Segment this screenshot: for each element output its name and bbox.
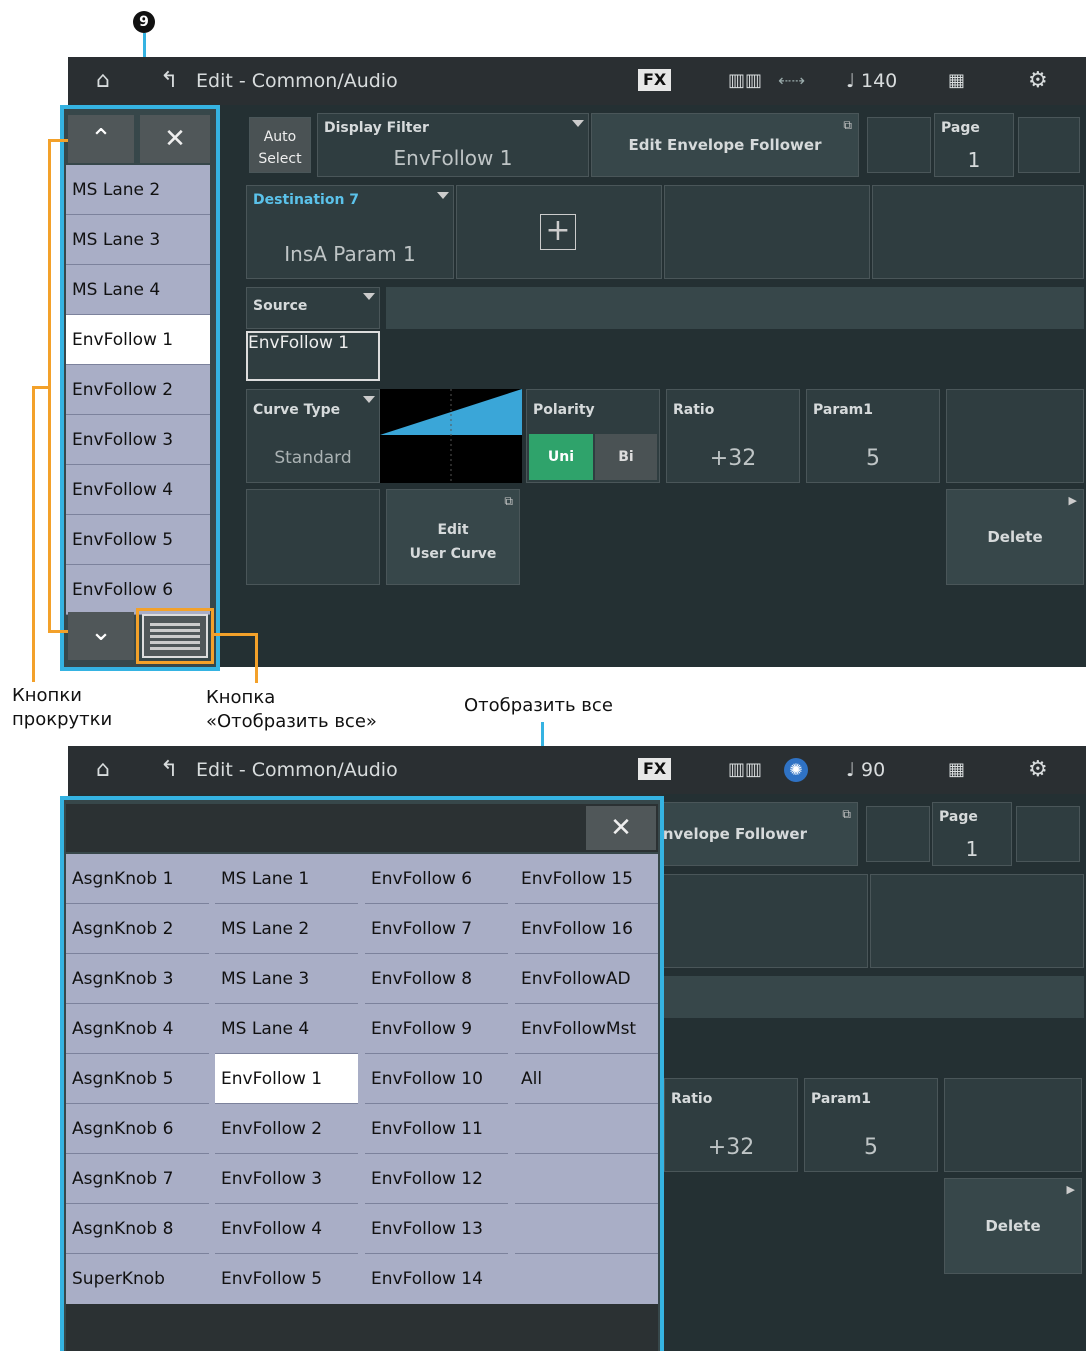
- source-bar: [662, 976, 1084, 1018]
- plus-icon: +: [540, 214, 576, 250]
- keyboard-icon: ▥▥: [728, 759, 763, 780]
- keyboard-icon: ▥▥: [728, 70, 763, 91]
- page-selector[interactable]: Page 1: [934, 113, 1014, 177]
- caption-scroll-buttons: Кнопки прокрутки: [12, 685, 113, 730]
- settings-icon[interactable]: ⚙: [1028, 57, 1048, 105]
- polarity-bi-button[interactable]: Bi: [595, 434, 657, 480]
- popup-window-icon: ⧉: [504, 494, 513, 508]
- top-nav-bar: ⌂ ↰ Edit - Common/Audio FX ▥▥ ✺ ♩ 90 ▦ ⚙: [68, 746, 1086, 794]
- empty-slot: [870, 874, 1084, 968]
- globe-icon: ✺: [784, 758, 808, 782]
- empty-slot: [664, 185, 870, 279]
- dropdown-arrow-icon: [363, 396, 375, 403]
- empty-slot: [662, 874, 868, 968]
- callout-line-show-all: [214, 633, 258, 683]
- edit-user-curve-button[interactable]: ⧉ Edit User Curve: [386, 489, 520, 585]
- callout-frame-show-all: [136, 608, 214, 664]
- popup-window-icon: ⧉: [842, 807, 851, 821]
- callout-frame-list-panel: [60, 105, 220, 671]
- caption-show-all-button: Кнопка «Отобразить все»: [206, 687, 377, 732]
- dropdown-arrow-icon: [437, 192, 449, 199]
- auto-select-button[interactable]: Auto Select: [249, 117, 311, 173]
- callout-line-scroll: [32, 386, 48, 682]
- empty-slot: [1018, 117, 1080, 173]
- empty-slot: [866, 806, 930, 862]
- nav-title: Edit - Common/Audio: [196, 70, 398, 92]
- edit-screen-1: Auto Select Display Filter EnvFollow 1 E…: [68, 105, 1086, 667]
- top-nav-bar: ⌂ ↰ Edit - Common/Audio FX ▥▥ ⇠⇢ ♩ 140 ▦…: [68, 57, 1086, 105]
- home-icon[interactable]: ⌂: [96, 746, 110, 794]
- tempo-display[interactable]: ♩ 90: [846, 746, 885, 794]
- source-label: Source: [246, 287, 380, 329]
- back-arrow-icon[interactable]: ↰: [160, 746, 178, 794]
- edit-envelope-follower-button[interactable]: Edit Envelope Follower ⧉: [591, 113, 859, 177]
- caption-show-all: Отобразить все: [464, 695, 613, 716]
- dropdown-arrow-icon: [363, 293, 375, 300]
- home-icon[interactable]: ⌂: [96, 57, 110, 105]
- curve-graph-svg: [380, 389, 522, 483]
- curve-type-select[interactable]: Curve Type Standard: [246, 389, 380, 483]
- param1-control[interactable]: Param1 5: [804, 1078, 938, 1172]
- grid-icon[interactable]: ▦: [948, 57, 965, 105]
- back-arrow-icon[interactable]: ↰: [160, 57, 178, 105]
- add-destination-button[interactable]: +: [456, 185, 662, 279]
- grid-icon[interactable]: ▦: [948, 746, 965, 794]
- popup-window-icon: ⧉: [843, 118, 852, 132]
- delete-button[interactable]: ▶ Delete: [946, 489, 1084, 585]
- empty-slot: [944, 1078, 1082, 1172]
- ratio-control[interactable]: Ratio +32: [666, 389, 800, 483]
- callout-bracket-scroll: [48, 139, 68, 633]
- source-bar: [386, 287, 1084, 329]
- dropdown-arrow-icon: [572, 120, 584, 127]
- settings-icon[interactable]: ⚙: [1028, 746, 1048, 794]
- arrow-right-icon: ▶: [1068, 494, 1077, 507]
- empty-slot: [246, 489, 380, 585]
- nav-title: Edit - Common/Audio: [196, 759, 398, 781]
- polarity-group: Polarity Uni Bi: [526, 389, 660, 483]
- fx-badge[interactable]: FX: [638, 69, 672, 91]
- destination-select[interactable]: Destination 7 InsA Param 1: [246, 185, 454, 279]
- arrow-right-icon: ▶: [1066, 1183, 1075, 1196]
- empty-slot: [872, 185, 1084, 279]
- empty-slot: [867, 117, 931, 173]
- param1-control[interactable]: Param1 5: [806, 389, 940, 483]
- callout-frame-show-all-panel: [60, 796, 664, 1351]
- usb-icon: ⇠⇢: [778, 71, 805, 90]
- page-selector[interactable]: Page 1: [932, 802, 1012, 866]
- polarity-uni-button[interactable]: Uni: [529, 434, 593, 480]
- display-filter-select[interactable]: Display Filter EnvFollow 1: [317, 113, 589, 177]
- empty-slot: [946, 389, 1084, 483]
- source-value-field[interactable]: EnvFollow 1: [246, 331, 380, 381]
- tempo-display[interactable]: ♩ 140: [846, 57, 897, 105]
- empty-slot: [1016, 806, 1080, 862]
- curve-graph: [380, 389, 522, 483]
- fx-badge[interactable]: FX: [638, 758, 672, 780]
- delete-button[interactable]: ▶ Delete: [944, 1178, 1082, 1274]
- callout-number-badge: 9: [133, 11, 155, 33]
- ratio-control[interactable]: Ratio +32: [664, 1078, 798, 1172]
